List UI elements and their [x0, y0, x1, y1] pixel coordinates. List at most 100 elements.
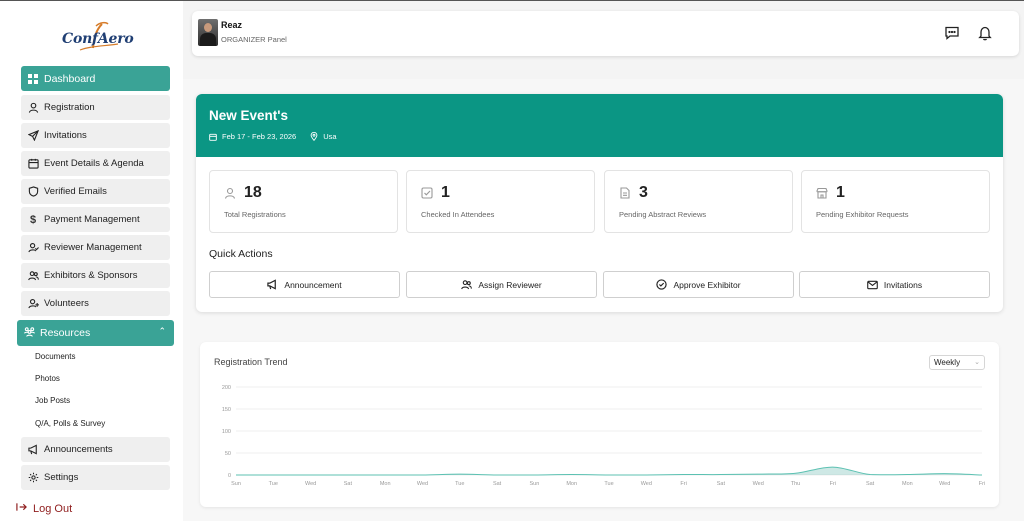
x-tick-label: Fri — [680, 481, 686, 487]
sidebar-item-exhibitors-sponsors[interactable]: Exhibitors & Sponsors — [21, 263, 170, 288]
sidebar-subitem-qa-polls-survey[interactable]: Q/A, Polls & Survey — [35, 419, 105, 428]
assign-reviewer-button[interactable]: Assign Reviewer — [406, 271, 597, 298]
x-tick-label: Fri — [979, 481, 985, 487]
sidebar-item-label: Reviewer Management — [44, 242, 142, 253]
confaero-logo[interactable]: ConfAero — [60, 20, 134, 52]
stat-value: 1 — [836, 184, 845, 201]
sidebar-item-label: Verified Emails — [44, 186, 107, 197]
user-check-icon — [27, 242, 39, 254]
stat-label: Pending Exhibitor Requests — [816, 210, 909, 219]
quick-actions-title: Quick Actions — [209, 248, 273, 260]
x-tick-label: Tue — [604, 481, 613, 487]
location-pin-icon — [310, 132, 318, 141]
calendar-icon — [27, 158, 39, 170]
x-tick-label: Sat — [493, 481, 502, 487]
check-circle-icon — [656, 279, 668, 290]
x-tick-label: Fri — [830, 481, 836, 487]
sidebar-item-settings[interactable]: Settings — [21, 465, 170, 490]
sidebar-item-verified-emails[interactable]: Verified Emails — [21, 179, 170, 204]
x-tick-label: Sat — [866, 481, 875, 487]
megaphone-icon — [267, 279, 278, 290]
stat-total-registrations: 18 Total Registrations — [209, 170, 398, 233]
x-tick-label: Wed — [753, 481, 764, 487]
stat-value: 1 — [441, 184, 450, 201]
sidebar-item-label: Resources — [40, 327, 91, 339]
sidebar-item-announcements[interactable]: Announcements — [21, 437, 170, 462]
event-card: New Event's Feb 17 - Feb 23, 2026 Usa 18… — [196, 94, 1003, 312]
stat-label: Total Registrations — [224, 210, 286, 219]
resources-icon — [23, 326, 36, 340]
y-tick-label: 100 — [222, 429, 231, 435]
stat-label: Checked In Attendees — [421, 210, 495, 219]
gear-icon — [27, 472, 39, 484]
avatar[interactable] — [198, 19, 218, 46]
x-tick-label: Sun — [530, 481, 540, 487]
stat-label: Pending Abstract Reviews — [619, 210, 707, 219]
sidebar-item-label: Volunteers — [44, 298, 89, 309]
x-tick-label: Wed — [305, 481, 316, 487]
sidebar-item-volunteers[interactable]: Volunteers — [21, 291, 170, 316]
x-tick-label: Sun — [231, 481, 241, 487]
approve-exhibitor-button[interactable]: Approve Exhibitor — [603, 271, 794, 298]
y-tick-label: 200 — [222, 385, 231, 391]
logout-label: Log Out — [33, 502, 73, 515]
user-role: ORGANIZER Panel — [221, 35, 287, 44]
x-tick-label: Sat — [717, 481, 726, 487]
x-tick-label: Mon — [902, 481, 913, 487]
dollar-icon: $ — [29, 213, 37, 226]
registration-trend-card: Registration Trend Weekly ⌄ 0 50 100 150 200… — [200, 342, 999, 507]
mail-icon — [867, 279, 878, 290]
button-label: Announcement — [284, 279, 342, 290]
user-icon — [224, 187, 236, 199]
button-label: Assign Reviewer — [478, 279, 542, 290]
registration-trend-chart: 0 50 100 150 200 Sun Tue Wed Sat Mon Wed Tue Sat Sun M… — [222, 385, 985, 487]
sidebar-item-resources[interactable]: Resources ⌃ — [17, 320, 174, 346]
x-tick-label: Wed — [417, 481, 428, 487]
event-meta: Feb 17 - Feb 23, 2026 Usa — [209, 132, 337, 141]
sidebar-item-label: Settings — [44, 472, 79, 483]
sidebar: ConfAero Dashboard Registration Invitati… — [0, 1, 183, 521]
stat-value: 3 — [639, 184, 648, 201]
megaphone-icon — [27, 444, 39, 456]
stat-value: 18 — [244, 184, 262, 201]
series-line — [236, 466, 983, 476]
announcement-button[interactable]: Announcement — [209, 271, 400, 298]
logo-text: ConfAero — [62, 31, 134, 47]
user-icon — [27, 102, 39, 114]
x-tick-label: Tue — [455, 481, 464, 487]
sidebar-item-label: Announcements — [44, 444, 113, 455]
sidebar-item-payment-management[interactable]: $ Payment Management — [21, 207, 170, 232]
sidebar-subitem-photos[interactable]: Photos — [35, 374, 60, 383]
message-icon[interactable] — [944, 25, 960, 41]
sidebar-item-label: Registration — [44, 102, 95, 113]
sidebar-subitem-documents[interactable]: Documents — [35, 352, 75, 361]
stat-checked-in: 1 Checked In Attendees — [406, 170, 595, 233]
sidebar-item-dashboard[interactable]: Dashboard — [21, 66, 170, 91]
sidebar-item-label: Exhibitors & Sponsors — [44, 270, 138, 281]
sidebar-item-label: Payment Management — [44, 214, 140, 225]
sidebar-subitem-job-posts[interactable]: Job Posts — [35, 396, 70, 405]
event-title: New Event's — [209, 108, 288, 123]
user-name: Reaz — [221, 20, 243, 30]
sidebar-item-event-details[interactable]: Event Details & Agenda — [21, 151, 170, 176]
user-plus-icon — [27, 298, 39, 310]
x-tick-label: Thu — [791, 481, 800, 487]
x-tick-label: Mon — [566, 481, 577, 487]
y-tick-label: 50 — [225, 451, 231, 457]
document-icon — [619, 187, 631, 199]
stat-pending-abstract-reviews: 3 Pending Abstract Reviews — [604, 170, 793, 233]
logout-button[interactable]: Log Out — [16, 502, 72, 515]
users-icon — [461, 279, 473, 290]
sidebar-item-invitations[interactable]: Invitations — [21, 123, 170, 148]
x-tick-label: Wed — [939, 481, 950, 487]
stat-pending-exhibitor-requests: 1 Pending Exhibitor Requests — [801, 170, 990, 233]
bell-icon[interactable] — [977, 25, 993, 41]
sidebar-item-registration[interactable]: Registration — [21, 95, 170, 120]
x-tick-label: Mon — [380, 481, 391, 487]
sidebar-item-reviewer-management[interactable]: Reviewer Management — [21, 235, 170, 260]
dashboard-icon — [27, 73, 39, 85]
send-icon — [27, 130, 39, 142]
x-tick-label: Tue — [269, 481, 278, 487]
invitations-button[interactable]: Invitations — [799, 271, 990, 298]
shield-icon — [27, 186, 39, 198]
